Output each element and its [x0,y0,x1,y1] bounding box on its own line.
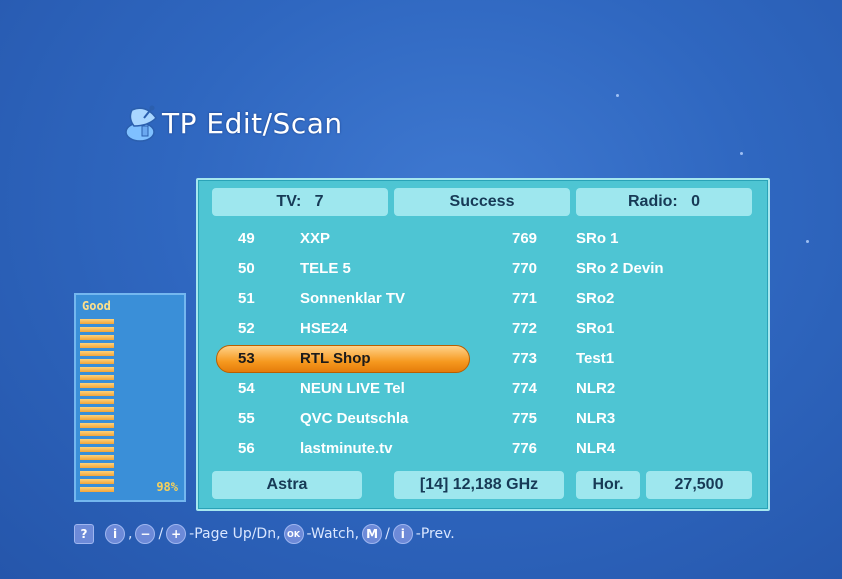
background-sparkle [806,240,809,243]
help-bar: ? i , − / + -Page Up/Dn, OK -Watch, M / … [74,524,455,544]
radio-number: 774 [512,379,538,397]
radio-number: 775 [512,409,538,427]
radio-count-cell: Radio: 0 [576,188,752,216]
transponder-frequency: [14] 12,188 GHz [394,471,564,499]
radio-name: NLR3 [576,409,616,427]
polarization: Hor. [576,471,640,499]
radio-number: 772 [512,319,538,337]
radio-name: SRo1 [576,319,615,337]
scan-status-cell: Success [394,188,570,216]
radio-row[interactable]: 776 NLR4 [512,433,764,463]
radio-row[interactable]: 773 Test1 [512,343,764,373]
radio-name: SRo 2 Devin [576,259,664,277]
signal-quality-label: Good [82,299,111,313]
background-sparkle [740,152,743,155]
help-icon[interactable]: ? [74,524,94,544]
tv-count-cell: TV: 7 [212,188,388,216]
radio-row[interactable]: 769 SRo 1 [512,223,764,253]
signal-strength-meter: Good 98% [74,293,186,502]
transponder-scan-panel: TV: 7 Success Radio: 0 49 XXP 50 TELE 5 51… [196,178,770,511]
radio-count-value: 0 [691,193,701,210]
radio-name: SRo2 [576,289,615,307]
info-key-icon: i [105,524,125,544]
radio-number: 769 [512,229,538,247]
tp-edit-scan-screen: TP Edit/Scan TV: 7 Success Radio: 0 49 XX… [0,0,842,579]
channel-number: 54 [238,379,255,397]
radio-count-label: Radio: [627,193,678,210]
radio-number: 776 [512,439,538,457]
channel-number: 53 [238,349,255,367]
radio-channel-list[interactable]: 769 SRo 1 770 SRo 2 Devin 771 SRo2 772 SRo1 … [512,223,764,463]
channel-number: 50 [238,259,255,277]
radio-number: 770 [512,259,538,277]
symbol-rate: 27,500 [646,471,752,499]
tv-count-label: TV: [276,193,302,210]
background-sparkle [616,94,619,97]
channel-number: 52 [238,319,255,337]
page-hint: -Page Up/Dn, [189,526,281,542]
screen-header: TP Edit/Scan [122,100,343,146]
plus-key-icon: + [166,524,187,544]
channel-number: 56 [238,439,255,457]
satellite-dish-icon [122,100,168,146]
info-key-icon: i [392,524,413,544]
radio-row[interactable]: 770 SRo 2 Devin [512,253,764,283]
radio-row[interactable]: 772 SRo1 [512,313,764,343]
radio-name: Test1 [576,349,615,367]
radio-row[interactable]: 771 SRo2 [512,283,764,313]
radio-number: 771 [512,289,538,307]
radio-row[interactable]: 775 NLR3 [512,403,764,433]
radio-number: 773 [512,349,538,367]
prev-hint: -Prev. [415,526,455,542]
m-key-icon: M [362,524,383,544]
radio-name: NLR2 [576,379,616,397]
radio-row[interactable]: 774 NLR2 [512,373,764,403]
radio-name: NLR4 [576,439,616,457]
channel-number: 51 [238,289,255,307]
watch-hint: -Watch, [306,526,360,542]
radio-name: SRo 1 [576,229,619,247]
tv-count-value: 7 [314,193,324,210]
channel-number: 49 [238,229,255,247]
page-title: TP Edit/Scan [162,106,343,140]
satellite-name: Astra [212,471,362,499]
signal-level-bars [80,319,114,495]
ok-key-icon: OK [283,524,304,544]
minus-key-icon: − [135,524,156,544]
signal-percent: 98% [156,480,178,494]
channel-number: 55 [238,409,255,427]
scan-status: Success [449,193,515,210]
